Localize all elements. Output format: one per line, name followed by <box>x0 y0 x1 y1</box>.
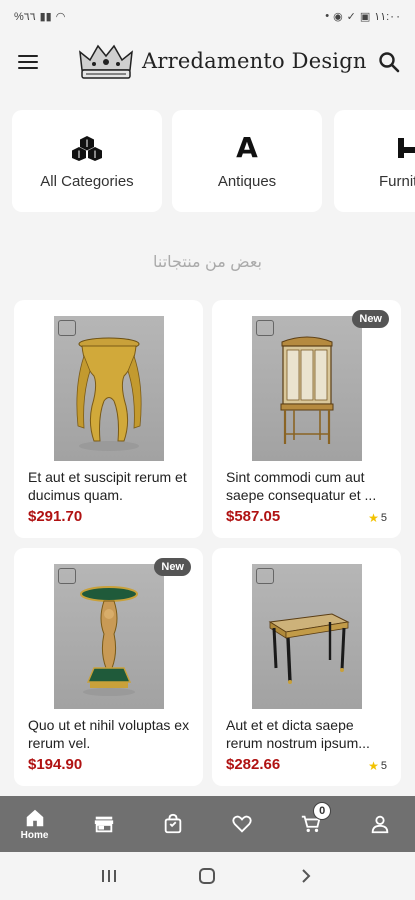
status-time: ١١:٠٠ <box>374 10 401 23</box>
product-card[interactable]: New Quo ut et nihil voluptas ex rerum ve… <box>14 548 203 786</box>
category-row: All Categories A Antiques Furniture <box>12 110 415 212</box>
home-icon <box>26 809 43 827</box>
nav-store[interactable] <box>76 796 132 852</box>
store-icon <box>94 816 113 833</box>
vitrine-cabinet-icon <box>280 336 334 444</box>
product-image[interactable] <box>54 316 164 461</box>
rating-value: 5 <box>380 760 387 772</box>
product-title[interactable]: Quo ut et nihil voluptas ex rerum vel. <box>28 716 192 752</box>
nav-home[interactable]: Home <box>7 796 63 852</box>
product-title[interactable]: Et aut et suscipit rerum et ducimus quam… <box>28 468 192 504</box>
recents-icon <box>102 870 117 882</box>
nav-home-label: Home <box>20 830 49 841</box>
search-icon[interactable] <box>377 50 401 74</box>
user-icon <box>372 815 389 834</box>
nav-cart[interactable]: 0 <box>283 796 339 852</box>
nav-wishlist[interactable] <box>214 796 270 852</box>
product-rating: ★ 5 <box>368 759 387 773</box>
menu-bar <box>18 61 38 63</box>
category-card-all[interactable]: All Categories <box>12 110 162 212</box>
home-square-icon <box>199 868 216 884</box>
category-card-furniture[interactable]: Furniture <box>334 110 415 212</box>
product-price: $194.90 <box>28 756 83 773</box>
back-button[interactable] <box>291 861 321 891</box>
category-label: Furniture <box>378 172 415 190</box>
menu-bar <box>18 55 38 57</box>
product-price: $587.05 <box>226 508 281 525</box>
product-title[interactable]: Sint commodi cum aut saepe consequatur e… <box>226 468 390 504</box>
gilded-pedestal-icon <box>76 337 142 451</box>
heart-icon <box>232 815 252 833</box>
malachite-gueridon-icon <box>80 586 138 696</box>
category-card-antiques[interactable]: A Antiques <box>172 110 322 212</box>
product-price: $291.70 <box>28 508 83 525</box>
nav-bag[interactable] <box>145 796 201 852</box>
wifi-icon: ◠ <box>55 10 66 23</box>
furniture-icon <box>396 133 415 163</box>
product-price: $282.66 <box>226 756 281 773</box>
new-badge: New <box>352 310 389 328</box>
system-nav <box>0 852 415 900</box>
brand-name: Arredamento Design <box>142 49 367 73</box>
product-card[interactable]: New Sint commodi cum aut saepe consequat… <box>212 300 401 538</box>
status-left-text: %٦٦ <box>14 10 36 23</box>
menu-bar <box>18 67 38 69</box>
new-badge: New <box>154 558 191 576</box>
product-image[interactable] <box>252 316 362 461</box>
signal-icon: ▮▮ <box>39 10 52 23</box>
chevron-right-icon <box>302 869 311 883</box>
status-bar: %٦٦ ▮▮ ◠ • ◉ ✓ ▣ ١١:٠٠ <box>0 0 415 32</box>
rating-value: 5 <box>380 512 387 524</box>
menu-button[interactable] <box>14 49 42 75</box>
star-icon: ★ <box>368 511 379 525</box>
status-right: • ◉ ✓ ▣ ١١:٠٠ <box>325 10 401 23</box>
cart-count-badge: 0 <box>313 802 332 820</box>
letter-a-icon: A <box>236 131 258 164</box>
check-icon: ✓ <box>346 10 356 23</box>
product-rating: ★ 5 <box>368 511 387 525</box>
bottom-nav: Home 0 <box>0 796 415 852</box>
category-label: All Categories <box>40 172 134 190</box>
cubes-icon <box>72 133 102 163</box>
nav-profile[interactable] <box>352 796 408 852</box>
product-title[interactable]: Aut et et dicta saepe rerum nostrum ipsu… <box>226 716 390 752</box>
section-title: بعض من منتجاتنا <box>153 254 262 271</box>
app-header: Arredamento Design <box>0 32 415 92</box>
product-image[interactable] <box>252 564 362 709</box>
dot-icon: • <box>325 10 330 22</box>
vpn-icon: ◉ <box>333 10 343 23</box>
product-image[interactable] <box>54 564 164 709</box>
category-label: Antiques <box>217 172 277 190</box>
status-left: %٦٦ ▮▮ ◠ <box>14 10 65 23</box>
product-card[interactable]: Aut et et dicta saepe rerum nostrum ipsu… <box>212 548 401 786</box>
gilded-table-icon <box>268 613 350 684</box>
image-icon: ▣ <box>359 10 371 23</box>
home-system-button[interactable] <box>192 861 222 891</box>
product-card[interactable]: Et aut et suscipit rerum et ducimus quam… <box>14 300 203 538</box>
crown-logo-icon <box>79 44 133 79</box>
star-icon: ★ <box>368 759 379 773</box>
shopping-bag-icon <box>164 813 182 834</box>
brand-logo[interactable]: Arredamento Design <box>76 40 367 82</box>
recents-button[interactable] <box>94 861 124 891</box>
